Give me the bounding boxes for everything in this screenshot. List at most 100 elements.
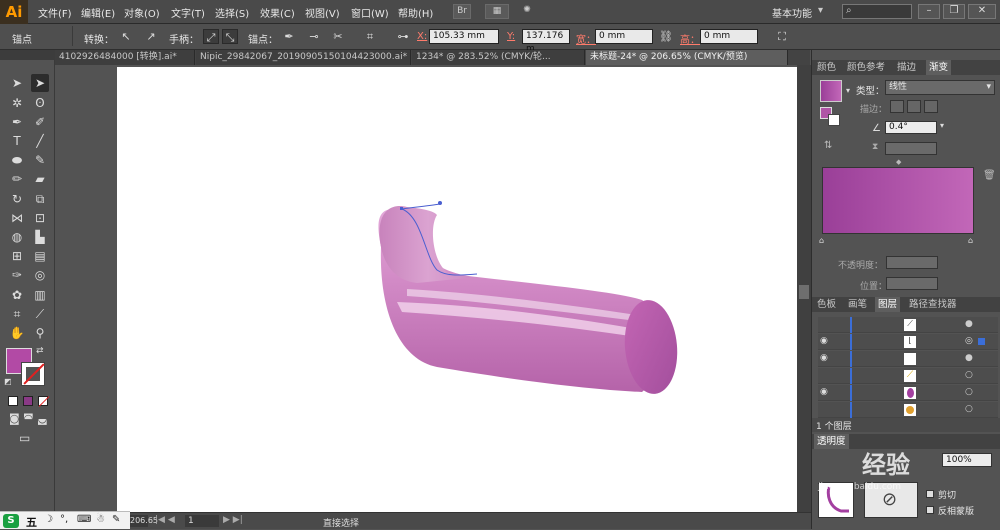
default-colors-icon[interactable]: ◩ [4, 377, 12, 386]
tab-pathfinder[interactable]: 路径查找器 [906, 297, 960, 312]
artboard[interactable] [117, 67, 797, 512]
previous-artboard-icon[interactable]: |◀ ◀ [155, 515, 175, 525]
width-field[interactable]: 0 mm [595, 29, 653, 44]
x-field[interactable]: 105.33 mm [429, 29, 499, 44]
layer-row[interactable]: ⟋ ● [818, 317, 998, 333]
gradient-slider-preview[interactable] [822, 167, 974, 234]
invert-mask-checkbox[interactable] [926, 506, 934, 514]
tab-document-3[interactable]: 1234* @ 283.52% (CMYK/轮... [412, 50, 585, 65]
visibility-eye-icon[interactable]: ◉ [820, 387, 828, 397]
tab-document-1[interactable]: 4102926484000 [转换].ai* [55, 50, 195, 65]
height-field[interactable]: 0 mm [700, 29, 758, 44]
visibility-eye-icon[interactable]: ◉ [820, 336, 828, 346]
scrollbar-thumb[interactable] [799, 285, 809, 299]
align-icon[interactable]: ⌗ [362, 29, 378, 44]
shape-builder-tool-icon[interactable]: ◍ [8, 228, 26, 246]
hand-tool-icon[interactable]: ✋ [8, 324, 26, 342]
opacity-field[interactable] [886, 256, 938, 269]
eyedropper-tool-icon[interactable]: ✑ [8, 266, 26, 284]
target-icon[interactable]: ○ [965, 387, 973, 397]
link-dimensions-icon[interactable]: ⛓ [658, 29, 674, 44]
rotate-tool-icon[interactable]: ↻ [8, 190, 26, 208]
swap-fill-stroke-icon[interactable]: ⇄ [36, 346, 44, 356]
ime-mode-label[interactable]: 五 [26, 514, 37, 530]
clip-checkbox[interactable] [926, 490, 934, 498]
location-field[interactable] [886, 277, 938, 290]
ellipse-tool-icon[interactable]: ⬬ [8, 151, 26, 169]
anchor-handle-point[interactable] [438, 201, 442, 205]
hide-handles-icon[interactable]: ⤡ [222, 29, 238, 44]
scale-tool-icon[interactable]: ⧉ [31, 190, 49, 208]
layer-row[interactable]: ⟋ ○ [818, 368, 998, 384]
stroke-gradient-along-icon[interactable] [907, 100, 921, 113]
stroke-swatch[interactable] [21, 362, 45, 386]
menu-effect[interactable]: 效果(C) [260, 5, 295, 20]
gradient-tool-icon[interactable]: ▤ [31, 247, 49, 265]
target-icon[interactable]: ○ [965, 404, 973, 414]
blend-tool-icon[interactable]: ◎ [31, 266, 49, 284]
draw-normal-icon[interactable]: ◙ [9, 412, 20, 425]
mesh-tool-icon[interactable]: ⊞ [8, 247, 26, 265]
workspace-switcher[interactable]: 基本功能 [772, 5, 812, 20]
target-icon[interactable]: ● [965, 353, 973, 363]
menu-object[interactable]: 对象(O) [124, 5, 160, 20]
pencil-tool-icon[interactable]: ✏ [8, 170, 26, 188]
reverse-gradient-icon[interactable]: ⇅ [824, 140, 832, 151]
remove-anchor-icon[interactable]: ✒ [281, 29, 297, 44]
show-handles-icon[interactable]: ⤢ [203, 29, 219, 44]
type-tool-icon[interactable]: T [8, 132, 26, 150]
cut-path-icon[interactable]: ✂ [330, 29, 346, 44]
paintbrush-tool-icon[interactable]: ✎ [31, 151, 49, 169]
chevron-down-icon[interactable]: ▾ [940, 121, 944, 130]
fill-stroke-stroke[interactable] [828, 114, 840, 126]
search-input[interactable]: ⌕ [842, 4, 912, 19]
convert-corner-icon[interactable]: ↖ [118, 29, 134, 44]
tab-stroke[interactable]: 描边 [894, 60, 919, 75]
free-transform-tool-icon[interactable]: ⊡ [31, 209, 49, 227]
midpoint-marker-icon[interactable]: ◆ [896, 158, 901, 166]
symbol-sprayer-tool-icon[interactable]: ✿ [8, 286, 26, 304]
reference-point-icon[interactable]: ⊶ [395, 29, 411, 44]
gradient-type-select[interactable]: 线性 ▾ [885, 80, 995, 95]
bridge-icon[interactable]: Br [453, 4, 471, 19]
menu-window[interactable]: 窗口(W) [351, 5, 389, 20]
layer-row[interactable]: ◉ ⌊ ◎ [818, 334, 998, 350]
column-graph-tool-icon[interactable]: ▥ [31, 286, 49, 304]
target-icon[interactable]: ◎ [965, 336, 973, 346]
tab-brushes[interactable]: 画笔 [845, 297, 870, 312]
zoom-tool-icon[interactable]: ⚲ [31, 324, 49, 342]
artwork[interactable] [117, 67, 797, 512]
draw-inside-icon[interactable]: ◛ [37, 412, 48, 425]
menu-edit[interactable]: 编辑(E) [81, 5, 115, 20]
artboard-number-field[interactable]: 1 [185, 515, 219, 527]
tab-color-guide[interactable]: 颜色参考 [844, 60, 888, 75]
menu-select[interactable]: 选择(S) [215, 5, 249, 20]
menu-file[interactable]: 文件(F) [38, 5, 72, 20]
line-tool-icon[interactable]: ╱ [31, 132, 49, 150]
gradient-mode-icon[interactable] [23, 396, 33, 406]
stroke-gradient-within-icon[interactable] [890, 100, 904, 113]
trash-icon[interactable]: 🗑 [983, 170, 996, 181]
lasso-tool-icon[interactable]: ʘ [31, 94, 49, 112]
settings-icon[interactable]: ✎ [112, 514, 120, 525]
minimize-button[interactable]: – [918, 4, 940, 19]
tab-color[interactable]: 颜色 [814, 60, 839, 75]
anchor-point[interactable] [400, 207, 403, 210]
angle-field[interactable]: 0.4° [885, 121, 937, 134]
pen-tool-icon[interactable]: ✒ [8, 113, 26, 131]
skin-icon[interactable]: ☃ [96, 514, 105, 525]
layer-row[interactable]: ◉ ○ [818, 385, 998, 401]
chevron-down-icon[interactable]: ▾ [846, 86, 850, 95]
arrange-documents-icon[interactable]: ▦ [485, 4, 509, 19]
direct-selection-tool-icon[interactable]: ➤ [31, 74, 49, 92]
punctuation-icon[interactable]: °, [60, 514, 68, 525]
gradient-stop-end[interactable]: ⌂ [968, 236, 973, 245]
magic-wand-tool-icon[interactable]: ✲ [8, 94, 26, 112]
next-artboard-icon[interactable]: ▶ ▶| [223, 515, 243, 525]
gpu-performance-icon[interactable]: ✺ [517, 4, 537, 19]
slice-tool-icon[interactable]: ⟋ [31, 305, 49, 323]
artboard-tool-icon[interactable]: ⌗ [8, 305, 26, 323]
sogou-ime-icon[interactable]: S [3, 514, 19, 528]
color-mode-icon[interactable] [8, 396, 18, 406]
tab-document-2[interactable]: Nipic_29842067_20190905150104423000.ai* [196, 50, 411, 65]
